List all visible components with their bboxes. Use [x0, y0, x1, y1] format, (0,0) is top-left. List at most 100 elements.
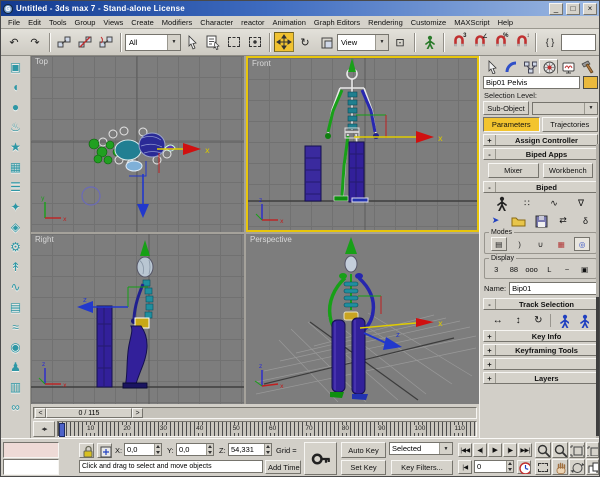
object-color-swatch[interactable]: [583, 76, 598, 89]
viewport-perspective-label[interactable]: Perspective: [250, 235, 292, 244]
tab-create[interactable]: [482, 59, 501, 74]
shelf-icon[interactable]: ●: [4, 97, 28, 117]
viewport-right-label[interactable]: Right: [35, 235, 54, 244]
viewport-top-label[interactable]: Top: [35, 57, 48, 66]
y-spinner[interactable]: [206, 443, 213, 456]
previous-frame-arrow[interactable]: <: [35, 408, 46, 418]
tab-display[interactable]: [558, 59, 577, 74]
menu-item[interactable]: reactor: [237, 18, 268, 27]
window-crossing-toggle[interactable]: [245, 32, 265, 52]
angle-snap-toggle[interactable]: ∠: [469, 32, 489, 52]
time-configuration-button[interactable]: [517, 460, 531, 474]
redo-button[interactable]: ↷: [25, 32, 45, 52]
zoom-all-button[interactable]: [552, 442, 568, 458]
arc-rotate-button[interactable]: [569, 459, 585, 475]
shelf-icon[interactable]: ▥: [4, 377, 28, 397]
object-name-field[interactable]: Bip01 Pelvis: [483, 76, 580, 89]
current-frame-marker[interactable]: [59, 423, 65, 437]
motion-flow-mode-button[interactable]: ∿: [545, 196, 563, 211]
absolute-offset-toggle[interactable]: [97, 443, 112, 458]
footstep-mode-button[interactable]: ∷: [518, 196, 536, 211]
shelf-icon[interactable]: ◖: [4, 77, 28, 97]
dropdown-arrow-icon[interactable]: ▼: [439, 443, 452, 454]
select-and-scale-button[interactable]: [316, 32, 336, 52]
sub-object-button[interactable]: Sub-Object: [483, 101, 529, 115]
min-max-toggle-button[interactable]: [586, 459, 599, 475]
time-slider-handle[interactable]: < 0 / 115 >: [35, 408, 143, 418]
show-trajectories-button[interactable]: ~: [560, 263, 575, 276]
rollout-copy-paste[interactable]: +: [483, 358, 598, 370]
parameters-tab-button[interactable]: Parameters: [483, 117, 540, 132]
use-pivot-point-center-button[interactable]: ⊡: [390, 32, 410, 52]
menu-item[interactable]: Tools: [45, 18, 71, 27]
buffer-mode-button[interactable]: ▤: [491, 237, 507, 251]
time-slider-value[interactable]: 0 / 115: [46, 408, 132, 418]
z-spinner[interactable]: [264, 443, 271, 456]
biped-name-field[interactable]: Bip01: [509, 282, 597, 295]
open-mini-curve-editor-button[interactable]: ◂▸: [33, 421, 55, 437]
reference-coordinate-system-dropdown[interactable]: View▼: [337, 34, 389, 51]
viewport-top[interactable]: Top x yx: [31, 56, 244, 232]
unlink-selection-button[interactable]: [75, 32, 95, 52]
named-selection-sets-button[interactable]: { }: [540, 32, 560, 52]
bend-links-mode-button[interactable]: ): [512, 237, 528, 251]
display-preferences-button[interactable]: ▣: [577, 263, 592, 276]
selection-filter-dropdown[interactable]: All▼: [125, 34, 181, 51]
viewport-right[interactable]: Right z zx: [31, 234, 244, 404]
selection-lock-toggle[interactable]: [79, 443, 94, 458]
next-frame-arrow[interactable]: >: [132, 408, 143, 418]
shelf-icon[interactable]: ∞: [4, 397, 28, 417]
shelf-icon[interactable]: ★: [4, 137, 28, 157]
workbench-button[interactable]: Workbench: [543, 163, 594, 178]
previous-frame-button[interactable]: ◀|: [473, 443, 487, 457]
menu-item[interactable]: File: [4, 18, 24, 27]
panel-scrollbar-thumb[interactable]: [596, 297, 600, 436]
biped-playback-button[interactable]: ➤: [487, 213, 505, 228]
mixer-button[interactable]: Mixer: [488, 163, 539, 178]
panel-scrollbar[interactable]: [596, 144, 600, 438]
shelf-icon[interactable]: ◉: [4, 337, 28, 357]
auto-key-button[interactable]: Auto Key: [341, 442, 386, 458]
rollout-key-info[interactable]: +Key Info: [483, 330, 598, 342]
in-place-mode-button[interactable]: ◎: [574, 237, 590, 251]
frame-spinner[interactable]: [506, 460, 513, 473]
shelf-icon[interactable]: ☰: [4, 177, 28, 197]
rubber-band-mode-button[interactable]: ∪: [532, 237, 548, 251]
named-selection-sets-field[interactable]: [561, 34, 596, 51]
title-bar[interactable]: G Untitled - 3ds max 7 - Stand-alone Lic…: [1, 1, 599, 16]
move-all-mode-button[interactable]: δ: [577, 213, 595, 228]
key-filters-button[interactable]: Key Filters...: [391, 460, 453, 475]
next-frame-button[interactable]: |▶: [503, 443, 517, 457]
mixer-mode-button[interactable]: ∇: [572, 196, 590, 211]
select-object-button[interactable]: [182, 32, 202, 52]
z-coordinate-field[interactable]: 54,331: [228, 443, 272, 456]
shelf-icon[interactable]: ▤: [4, 297, 28, 317]
shelf-icon[interactable]: ◈: [4, 217, 28, 237]
shelf-icon[interactable]: ⚙: [4, 237, 28, 257]
percent-snap-toggle[interactable]: %: [490, 32, 510, 52]
tab-utilities[interactable]: [577, 59, 596, 74]
shelf-icon[interactable]: ▦: [4, 157, 28, 177]
shelf-icon[interactable]: ∿: [4, 277, 28, 297]
time-slider-track[interactable]: < 0 / 115 >: [33, 407, 477, 419]
zoom-extents-button[interactable]: [569, 442, 585, 458]
select-and-move-button[interactable]: [274, 32, 294, 52]
tab-modify[interactable]: [501, 59, 520, 74]
viewport-perspective[interactable]: Perspective: [246, 234, 479, 404]
sub-object-dropdown[interactable]: ▼: [532, 102, 598, 115]
menu-item[interactable]: Group: [71, 18, 100, 27]
maximize-button[interactable]: □: [566, 3, 580, 15]
play-animation-button[interactable]: ▶: [488, 443, 502, 457]
close-button[interactable]: ×: [583, 3, 597, 15]
set-keys-button[interactable]: [304, 442, 337, 475]
shelf-icon[interactable]: ↟: [4, 257, 28, 277]
zoom-button[interactable]: [535, 442, 551, 458]
key-mode-toggle[interactable]: |◀: [458, 460, 472, 474]
shelf-icon[interactable]: ▣: [4, 57, 28, 77]
app-icon[interactable]: G: [3, 4, 13, 14]
snaps-toggle[interactable]: 3: [448, 32, 468, 52]
save-file-button[interactable]: [532, 213, 550, 228]
select-and-manipulate-button[interactable]: [419, 32, 439, 52]
viewport-front-label[interactable]: Front: [252, 59, 271, 68]
shelf-icon[interactable]: ✦: [4, 197, 28, 217]
